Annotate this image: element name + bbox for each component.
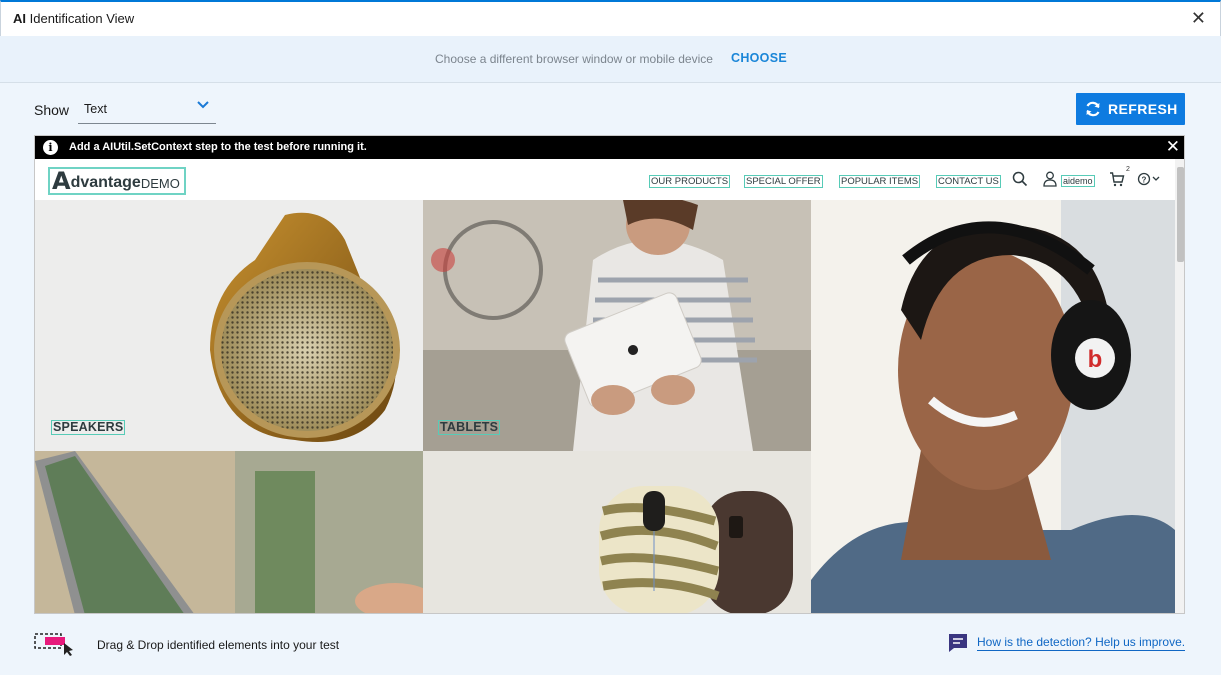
close-notice-icon[interactable]: ✕ xyxy=(1166,137,1180,157)
site-navbar: Advantage DEMO OUR PRODUCTS SPECIAL OFFER… xyxy=(35,159,1175,200)
tile-mice[interactable] xyxy=(423,451,811,613)
nav-special-offer[interactable]: SPECIAL OFFER xyxy=(744,175,823,188)
info-icon: i xyxy=(43,140,58,155)
scrollbar-thumb[interactable] xyxy=(1177,167,1184,262)
user-name[interactable]: aidemo xyxy=(1061,175,1095,187)
help-menu-icon[interactable]: ? xyxy=(1137,171,1163,192)
chevron-down-icon xyxy=(196,98,210,117)
drag-drop-icon xyxy=(34,632,78,661)
tile-speakers[interactable]: SPEAKERS xyxy=(35,200,423,451)
show-selected-value: Text xyxy=(84,102,107,116)
tile-speakers-label[interactable]: SPEAKERS xyxy=(51,420,126,435)
site-logo[interactable]: Advantage DEMO xyxy=(48,167,186,195)
notice-text: Add a AIUtil.SetContext step to the test… xyxy=(69,141,367,153)
tile-laptops[interactable] xyxy=(35,451,423,613)
nav-popular-items[interactable]: POPULAR ITEMS xyxy=(839,175,921,188)
speaker-image xyxy=(210,212,400,442)
refresh-label: REFRESH xyxy=(1108,101,1178,117)
tile-tablets[interactable]: TABLETS xyxy=(423,200,811,451)
choose-link[interactable]: CHOOSE xyxy=(731,51,787,65)
nav-contact-us[interactable]: CONTACT US xyxy=(936,175,1001,188)
tablet-image xyxy=(423,200,811,451)
tile-headphones[interactable]: b xyxy=(811,200,1175,613)
mice-image xyxy=(423,451,811,613)
laptop-image xyxy=(35,451,423,613)
feedback-chat-icon[interactable] xyxy=(948,633,968,658)
cart-icon[interactable] xyxy=(1109,171,1125,192)
cart-count: 2 xyxy=(1126,166,1130,173)
feedback-link[interactable]: How is the detection? Help us improve. xyxy=(977,635,1186,651)
close-window-icon[interactable]: ✕ xyxy=(1191,8,1206,29)
search-icon[interactable] xyxy=(1012,171,1028,192)
refresh-button[interactable]: REFRESH xyxy=(1076,93,1185,125)
window-title: AI Identification View xyxy=(13,11,135,26)
view-scrollbar[interactable] xyxy=(1175,159,1184,613)
setcontext-notice: i Add a AIUtil.SetContext step to the te… xyxy=(35,136,1184,159)
website-screenshot: Advantage DEMO OUR PRODUCTS SPECIAL OFFER… xyxy=(35,159,1175,613)
nav-our-products[interactable]: OUR PRODUCTS xyxy=(649,175,731,188)
choose-message: Choose a different browser window or mob… xyxy=(435,52,713,66)
show-dropdown[interactable]: Text xyxy=(78,96,216,124)
tile-tablets-label[interactable]: TABLETS xyxy=(438,420,501,435)
choose-device-bar: Choose a different browser window or mob… xyxy=(0,36,1221,83)
refresh-icon xyxy=(1084,100,1102,123)
headphones-image: b xyxy=(811,200,1175,613)
captured-app-view: i Add a AIUtil.SetContext step to the te… xyxy=(34,135,1185,614)
svg-text:?: ? xyxy=(1142,175,1147,184)
show-label: Show xyxy=(34,102,70,118)
drag-drop-hint: Drag & Drop identified elements into you… xyxy=(97,638,340,652)
user-icon[interactable] xyxy=(1043,171,1057,192)
svg-text:b: b xyxy=(1088,346,1103,373)
title-bar: AI Identification View ✕ xyxy=(0,0,1221,36)
